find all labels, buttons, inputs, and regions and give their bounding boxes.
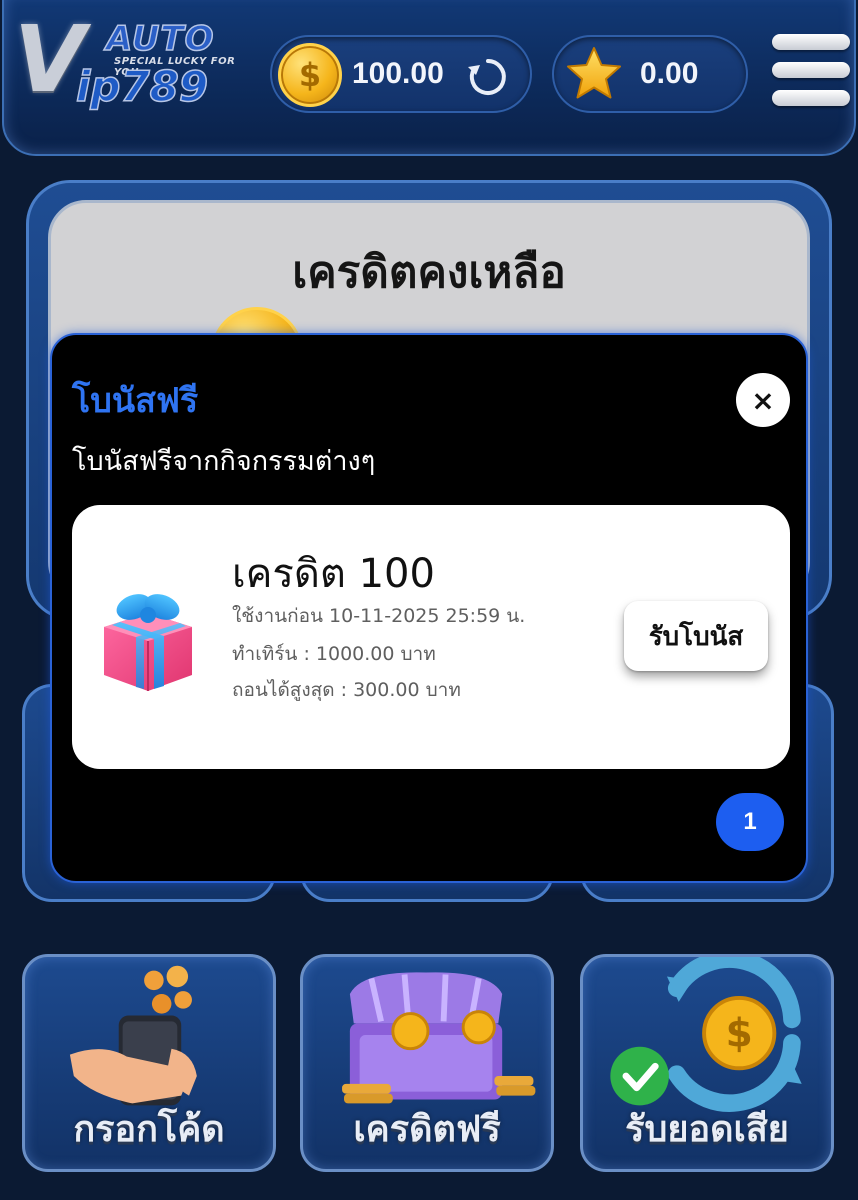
svg-text:$: $ [726, 1012, 753, 1057]
dollar-coin-icon: $ [278, 43, 342, 107]
bonus-max-withdraw: ถอนได้สูงสุด : 300.00 บาท [232, 679, 461, 701]
point-balance-pill: 0.00 [552, 35, 748, 113]
hamburger-menu-icon[interactable] [772, 34, 852, 114]
gift-icon [104, 594, 192, 691]
menu-bar-top [772, 34, 850, 50]
point-balance-value: 0.00 [640, 57, 699, 90]
free-bonus-modal: โบนัสฟรี × โบนัสฟรีจากกิจกรรมต่างๆ เครดิ… [50, 333, 808, 883]
tile-label: รับยอดเสีย [625, 1109, 789, 1150]
credit-balance-pill: $ 100.00 [270, 35, 532, 113]
enter-code-tile[interactable]: กรอกโค้ด [22, 954, 276, 1172]
bonus-turnover: ทำเทิร์น : 1000.00 บาท [232, 643, 436, 665]
menu-bar-bottom [772, 90, 850, 106]
tile-label: เครดิตฟรี [353, 1109, 501, 1150]
bonus-card: เครดิต 100 ใช้งานก่อน 10-11-2025 25:59 น… [72, 505, 790, 769]
free-credit-tile[interactable]: เครดิตฟรี [300, 954, 554, 1172]
claim-bonus-button[interactable]: รับโบนัส [624, 601, 768, 671]
menu-bar-middle [772, 62, 850, 78]
top-header: V AUTO SPECIAL LUCKY FOR YOU ip789 $ 100… [2, 0, 856, 156]
logo-auto-text: AUTO [105, 19, 215, 59]
treasure-chest-icon [342, 972, 536, 1104]
close-button[interactable]: × [736, 373, 790, 427]
cashback-tile[interactable]: $ รับยอดเสีย [580, 954, 834, 1172]
modal-subtitle: โบนัสฟรีจากกิจกรรมต่างๆ [72, 446, 376, 477]
modal-title: โบนัสฟรี [72, 381, 199, 421]
tile-label: กรอกโค้ด [73, 1109, 225, 1150]
bonus-title: เครดิต 100 [232, 551, 435, 597]
star-icon [567, 47, 621, 99]
refresh-icon[interactable] [466, 55, 510, 99]
pagination-page-1[interactable]: 1 [716, 793, 784, 851]
phone-coins-icon [69, 965, 197, 1106]
logo-v-letter: V [14, 6, 86, 113]
site-logo[interactable]: V AUTO SPECIAL LUCKY FOR YOU ip789 [14, 14, 264, 111]
credit-balance-value: 100.00 [352, 57, 444, 90]
balance-title: เครดิตคงเหลือ [292, 247, 566, 298]
bonus-expiry: ใช้งานก่อน 10-11-2025 25:59 น. [232, 605, 526, 627]
cashback-cycle-icon: $ [610, 957, 802, 1112]
logo-ip789-text: ip789 [75, 62, 209, 111]
